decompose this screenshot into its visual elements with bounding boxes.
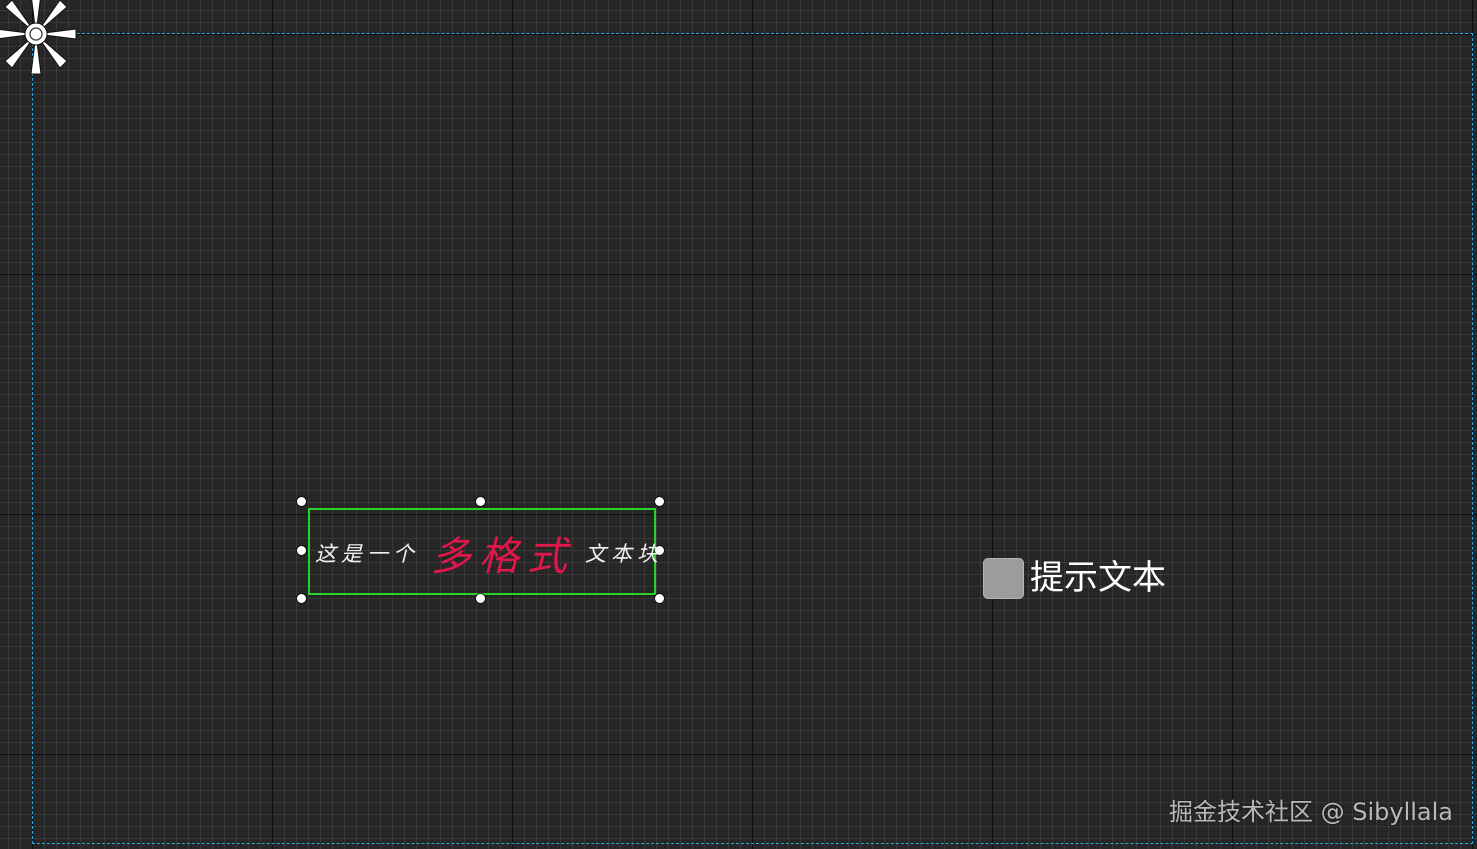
- resize-handle-bottom-left[interactable]: [297, 594, 306, 603]
- resize-handle-top-center[interactable]: [476, 497, 485, 506]
- rich-text-prefix: 这是一个: [315, 542, 419, 566]
- watermark: 掘金技术社区 @ Sibyllala: [1168, 798, 1453, 826]
- stage-bounds: [32, 33, 1473, 844]
- rich-text-emphasis: 多格式: [431, 534, 575, 580]
- resize-handle-top-left[interactable]: [297, 497, 306, 506]
- rich-text-content: 这是一个 多格式 文本块: [315, 526, 663, 580]
- hint-widget[interactable]: 提示文本: [983, 556, 1166, 600]
- design-canvas[interactable]: 这是一个 多格式 文本块 提示文本 掘金技术社区 @ Sibyllala: [0, 0, 1477, 849]
- resize-handle-bottom-right[interactable]: [655, 594, 664, 603]
- resize-handle-middle-left[interactable]: [297, 546, 306, 555]
- image-placeholder-icon: [983, 557, 1024, 599]
- pivot-gear-icon[interactable]: [0, 0, 78, 76]
- resize-handle-top-right[interactable]: [655, 497, 664, 506]
- resize-handle-bottom-center[interactable]: [476, 594, 485, 603]
- rich-text-suffix: 文本块: [585, 542, 663, 566]
- hint-label: 提示文本: [1030, 558, 1166, 598]
